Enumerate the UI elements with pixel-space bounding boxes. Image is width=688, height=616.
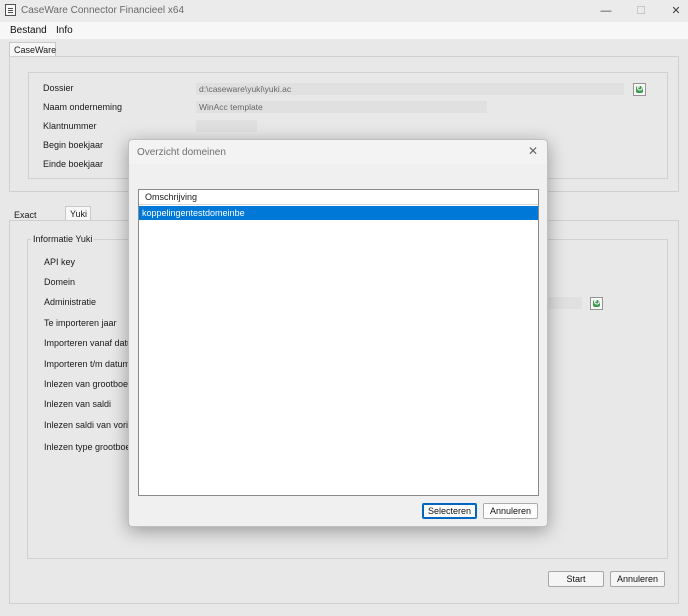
dialog-annuleren-button[interactable]: Annuleren bbox=[483, 503, 538, 519]
selecteren-button[interactable]: Selecteren bbox=[422, 503, 477, 519]
domeinen-dialog: Overzicht domeinen ✕ Omschrijving koppel… bbox=[128, 139, 548, 527]
dialog-close-icon[interactable]: ✕ bbox=[525, 143, 541, 159]
column-header-omschrijving[interactable]: Omschrijving bbox=[139, 190, 538, 205]
dialog-title: Overzicht domeinen bbox=[137, 147, 226, 158]
list-item[interactable]: koppelingentestdomeinbe bbox=[139, 206, 538, 220]
domain-list[interactable]: Omschrijving koppelingentestdomeinbe bbox=[138, 189, 539, 496]
